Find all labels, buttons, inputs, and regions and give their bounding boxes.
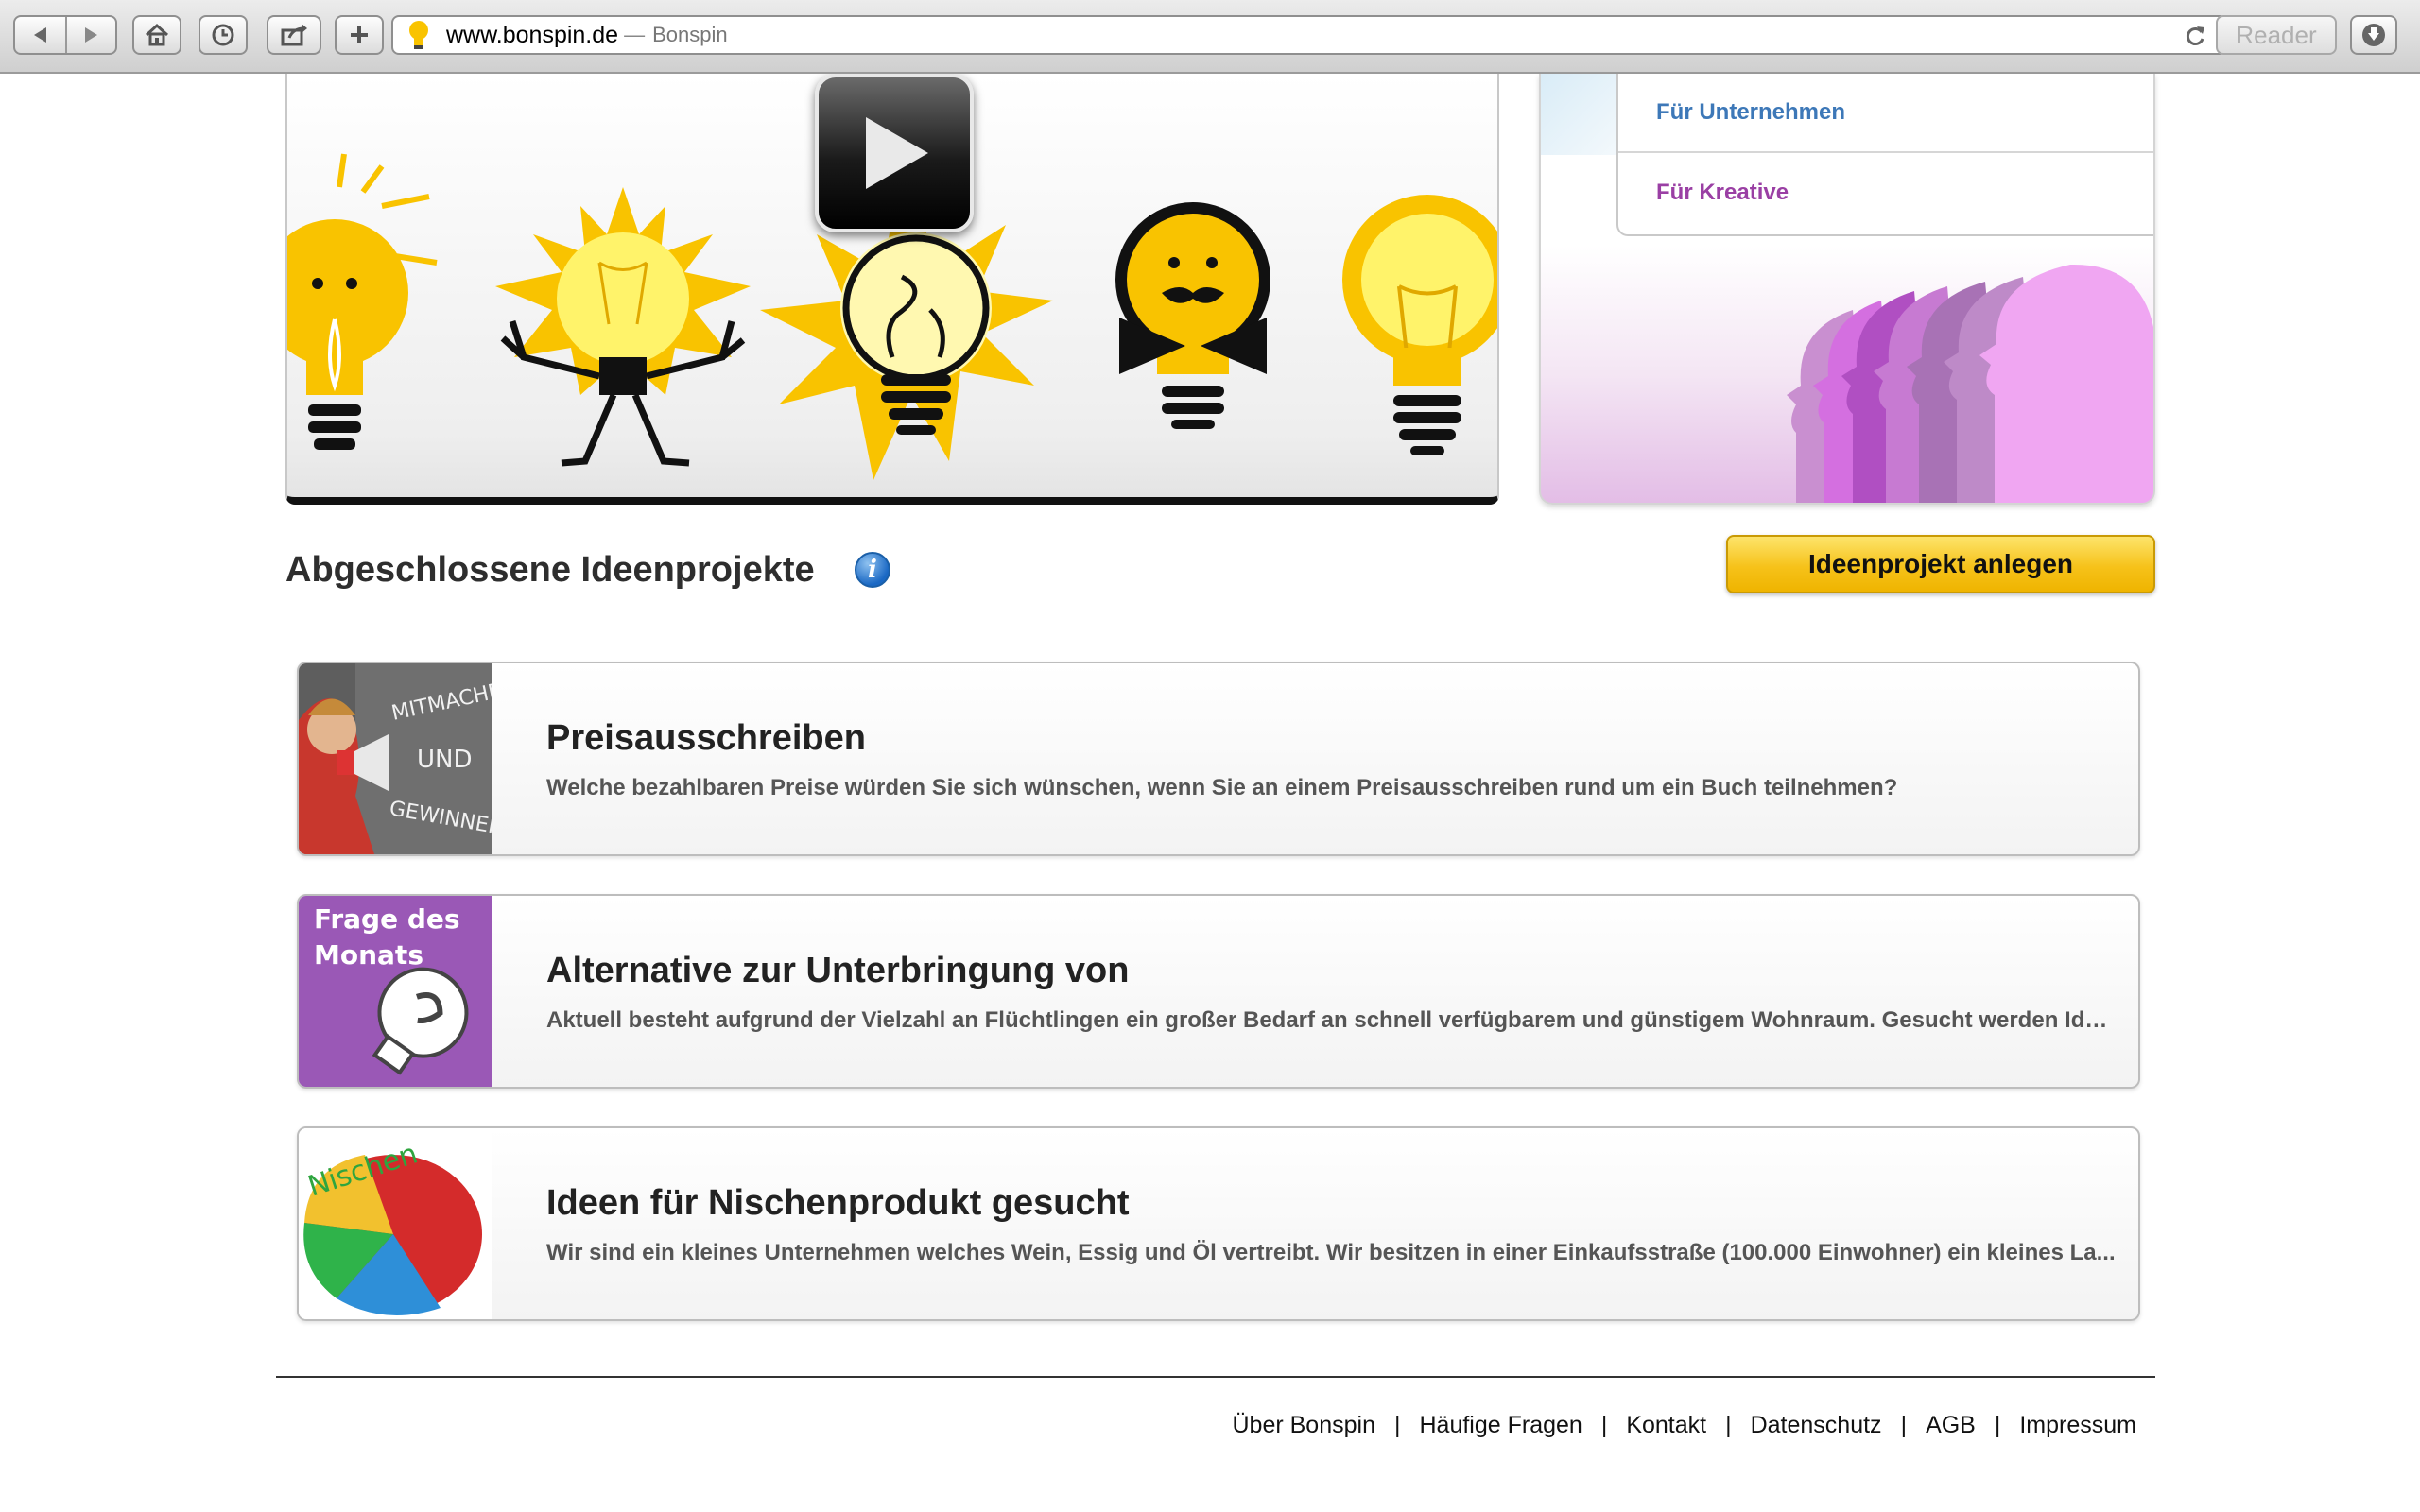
project-description: Welche bezahlbaren Preise würden Sie sic… bbox=[546, 775, 1898, 800]
footer-link-ueber-bonspin[interactable]: Über Bonspin bbox=[1233, 1412, 1375, 1439]
heads-profile-illustration bbox=[1787, 264, 2153, 503]
project-card-preisausschreiben[interactable]: MITMACHEN UND GEWINNEN! Preisausschreibe… bbox=[297, 662, 2140, 856]
bulb-face-illustration bbox=[287, 153, 438, 450]
project-description: Aktuell besteht aufgrund der Vielzahl an… bbox=[546, 1007, 2116, 1033]
intro-video[interactable] bbox=[285, 74, 1499, 505]
bulb-glowing-illustration bbox=[760, 206, 1053, 480]
footer-navigation: Über Bonspin | Häufige Fragen | Kontakt … bbox=[1233, 1412, 2137, 1439]
reload-icon[interactable] bbox=[2184, 24, 2206, 48]
svg-text:UND: UND bbox=[417, 746, 473, 774]
history-icon bbox=[212, 24, 234, 46]
bulb-mustache-illustration bbox=[1115, 202, 1270, 429]
footer-separator: | bbox=[1900, 1412, 1908, 1438]
menu-item-kreative[interactable]: Für Kreative bbox=[1618, 153, 2153, 232]
play-icon bbox=[866, 117, 928, 189]
footer-separator: | bbox=[1600, 1412, 1608, 1438]
browser-toolbar: www.bonspin.de — Bonspin Reader bbox=[0, 0, 2420, 74]
create-idea-project-button[interactable]: Ideenprojekt anlegen bbox=[1726, 535, 2155, 593]
history-button[interactable] bbox=[199, 15, 248, 55]
project-thumbnail: MITMACHEN UND GEWINNEN! bbox=[299, 663, 492, 854]
footer-link-datenschutz[interactable]: Datenschutz bbox=[1751, 1412, 1882, 1439]
audience-panel: Für Unternehmen Für Kreative bbox=[1539, 74, 2155, 505]
section-title: Abgeschlossene Ideenprojekte bbox=[285, 550, 815, 590]
project-title[interactable]: Preisausschreiben bbox=[546, 718, 866, 759]
pie-chart-thumbnail-image: Nischen bbox=[299, 1128, 492, 1319]
svg-text:Monats: Monats bbox=[314, 939, 424, 971]
question-bulb-thumbnail-image: Frage des Monats bbox=[299, 896, 492, 1087]
footer-link-kontakt[interactable]: Kontakt bbox=[1626, 1412, 1706, 1439]
bulb-favicon-icon bbox=[409, 21, 428, 49]
project-description: Wir sind ein kleines Unternehmen welches… bbox=[546, 1240, 2116, 1265]
project-title[interactable]: Alternative zur Unterbringung von bbox=[546, 951, 1129, 991]
footer-separator: | bbox=[1725, 1412, 1732, 1438]
footer-link-impressum[interactable]: Impressum bbox=[2019, 1412, 2136, 1439]
share-button[interactable] bbox=[267, 15, 321, 55]
project-thumbnail: Nischen bbox=[299, 1128, 492, 1319]
info-icon[interactable]: i bbox=[855, 552, 890, 588]
project-card-nischenprodukt[interactable]: Nischen Ideen für Nischenprodukt gesucht… bbox=[297, 1126, 2140, 1321]
address-url: www.bonspin.de bbox=[446, 21, 619, 48]
address-bar[interactable]: www.bonspin.de — Bonspin bbox=[391, 15, 2227, 55]
address-separator: — bbox=[624, 23, 646, 46]
bulb-arms-illustration bbox=[495, 187, 751, 467]
back-arrow-icon bbox=[33, 27, 46, 43]
forward-button[interactable] bbox=[67, 17, 115, 53]
project-card-unterbringung[interactable]: Frage des Monats Alternative zur Unterbr… bbox=[297, 894, 2140, 1089]
downloads-icon bbox=[2362, 24, 2385, 46]
bulb-classic-illustration bbox=[1342, 195, 1497, 455]
panel-decoration bbox=[1541, 74, 1622, 155]
footer-link-agb[interactable]: AGB bbox=[1926, 1412, 1976, 1439]
footer-separator: | bbox=[1994, 1412, 2001, 1438]
home-button[interactable] bbox=[132, 15, 182, 55]
back-forward-group bbox=[13, 15, 117, 55]
address-page-title: Bonspin bbox=[652, 23, 728, 46]
footer-divider bbox=[276, 1376, 2155, 1378]
megaphone-thumbnail-image: MITMACHEN UND GEWINNEN! bbox=[299, 663, 492, 854]
footer-separator: | bbox=[1393, 1412, 1401, 1438]
audience-menu: Für Unternehmen Für Kreative bbox=[1616, 74, 2153, 236]
downloads-button[interactable] bbox=[2350, 15, 2397, 55]
svg-text:Frage des: Frage des bbox=[314, 903, 460, 935]
footer-link-faq[interactable]: Häufige Fragen bbox=[1419, 1412, 1582, 1439]
share-icon bbox=[281, 24, 307, 46]
project-title[interactable]: Ideen für Nischenprodukt gesucht bbox=[546, 1183, 1130, 1224]
menu-item-unternehmen[interactable]: Für Unternehmen bbox=[1618, 74, 2153, 153]
back-button[interactable] bbox=[15, 17, 65, 53]
forward-arrow-icon bbox=[85, 27, 98, 43]
new-tab-button[interactable] bbox=[335, 15, 384, 55]
project-thumbnail: Frage des Monats bbox=[299, 896, 492, 1087]
home-icon bbox=[145, 23, 169, 46]
video-play-button[interactable] bbox=[815, 74, 974, 232]
new-tab-plus-icon bbox=[351, 26, 368, 43]
reader-button[interactable]: Reader bbox=[2216, 15, 2337, 55]
